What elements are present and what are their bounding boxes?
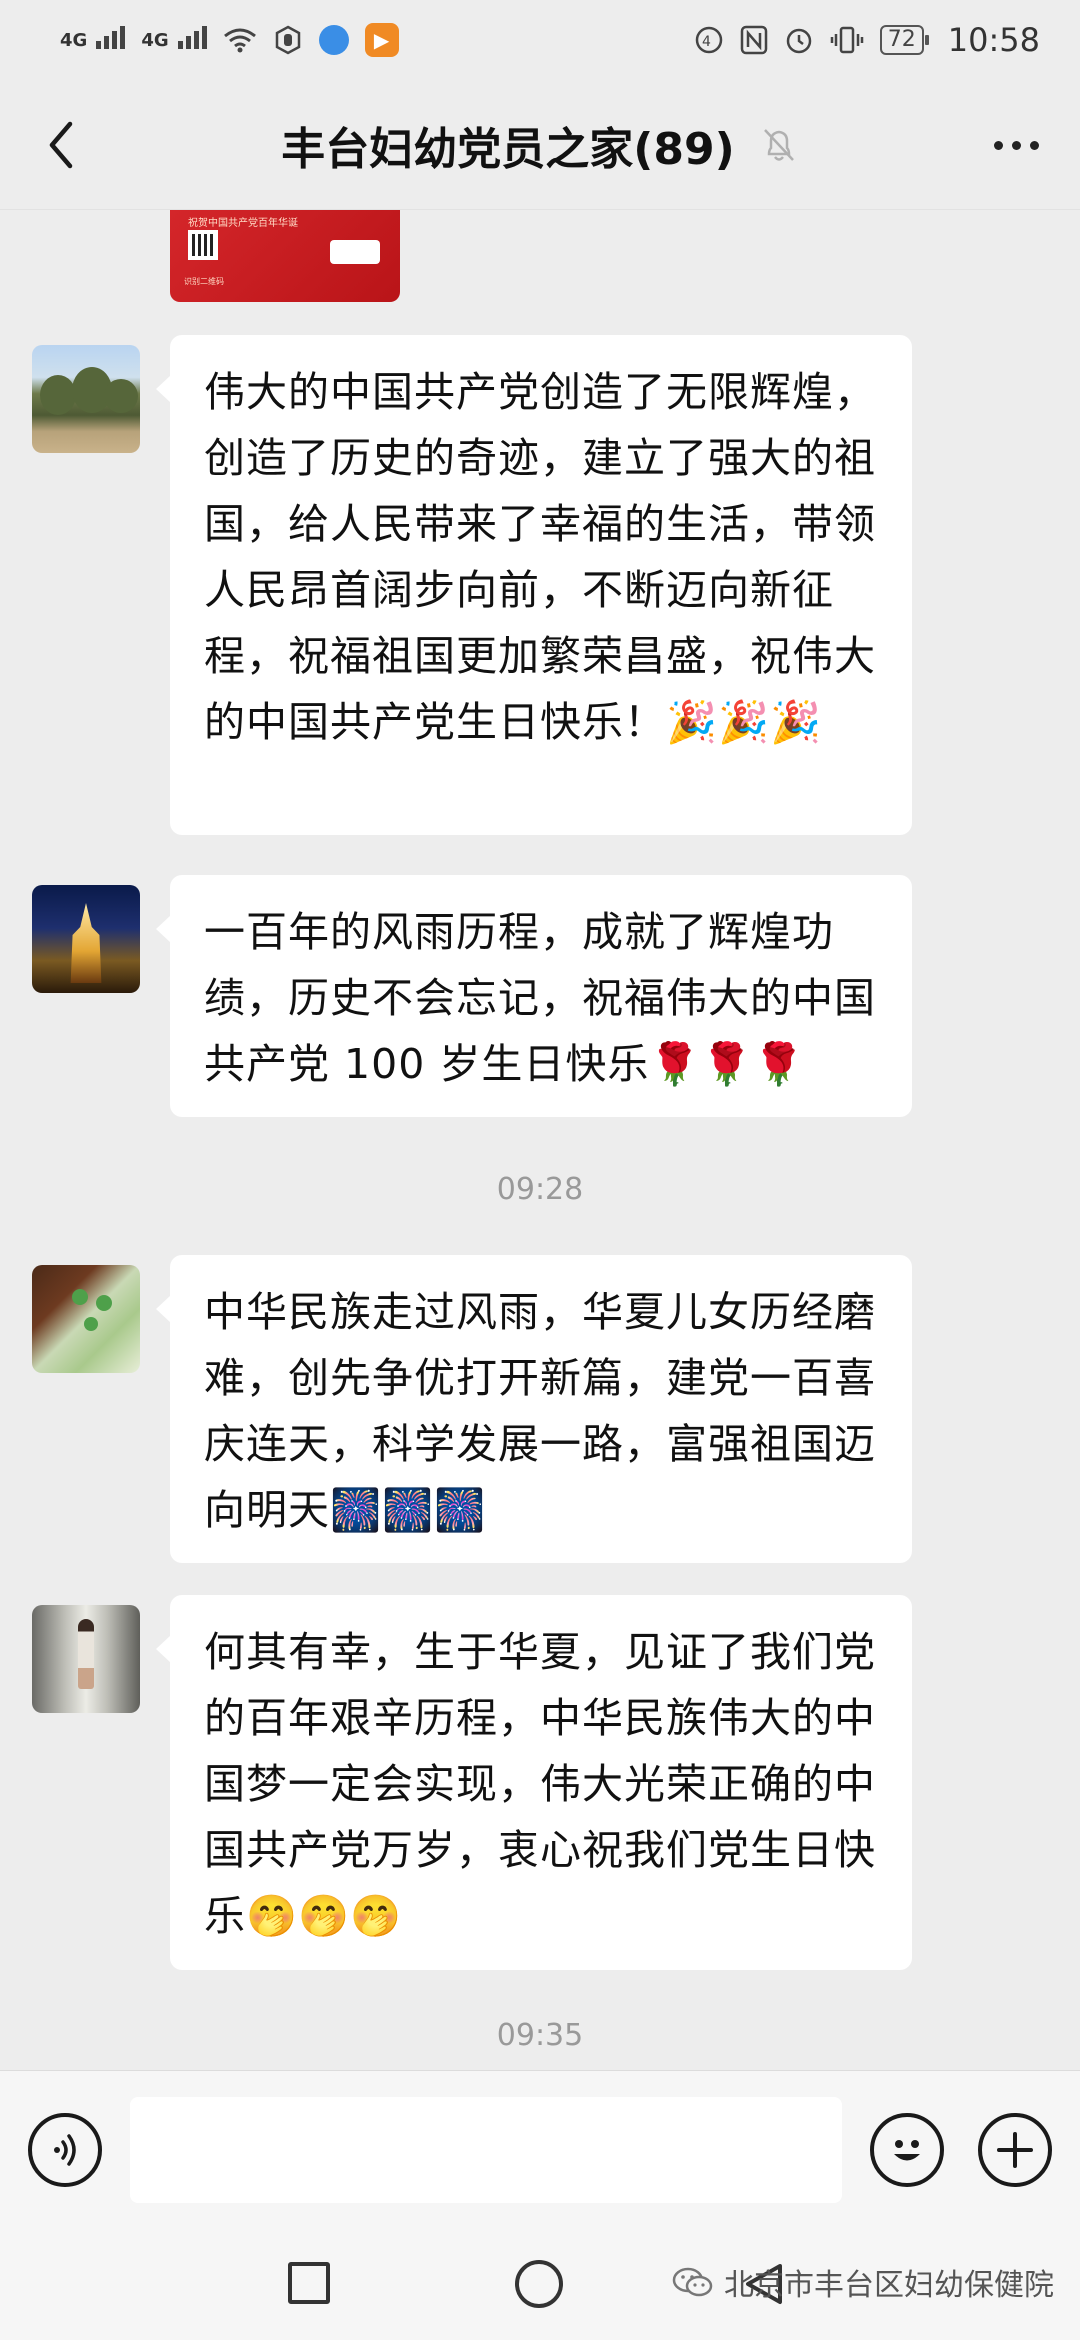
status-right: 4 72 10:58 xyxy=(694,21,1040,59)
message-bubble[interactable]: 一百年的风雨历程，成就了辉煌功绩，历史不会忘记，祝福伟大的中国共产党 100 岁… xyxy=(156,875,912,1117)
card-title: 祝贺中国共产党百年华诞 xyxy=(188,218,298,229)
hand-icon xyxy=(273,25,303,55)
chat-area[interactable]: 祝贺中国共产党百年华诞 识别二维码 伟大的中国共产党创造了无限辉煌，创造了历史的… xyxy=(0,210,1080,2070)
smile-icon[interactable] xyxy=(870,2113,944,2187)
chat-header: 丰台妇幼党员之家(89) xyxy=(0,80,1080,210)
browser-app-icon xyxy=(318,25,349,55)
alarm-icon xyxy=(784,25,814,55)
avatar[interactable] xyxy=(32,1265,140,1373)
avatar[interactable] xyxy=(32,345,140,453)
watermark: 北京市丰台区妇幼保健院 xyxy=(672,2260,1054,2304)
message-bubble[interactable]: 何其有幸，生于华夏，见证了我们党的百年艰辛历程，中华民族伟大的中国梦一定会实现，… xyxy=(156,1595,912,1970)
battery-icon: 72 xyxy=(879,25,929,55)
vibrate-icon xyxy=(830,25,864,55)
more-dots-icon[interactable] xyxy=(986,120,1046,170)
hd-icon: 4 xyxy=(694,25,724,55)
home-icon[interactable] xyxy=(515,2260,563,2308)
chevron-left-icon[interactable] xyxy=(36,120,86,170)
shared-card[interactable]: 祝贺中国共产党百年华诞 识别二维码 xyxy=(170,210,400,302)
qr-code-icon xyxy=(188,230,218,260)
wechat-logo-icon xyxy=(672,2267,713,2297)
watermark-text: 北京市丰台区妇幼保健院 xyxy=(724,2268,1054,2303)
status-time: 10:58 xyxy=(947,21,1040,59)
video-app-icon: ▶ xyxy=(364,23,399,57)
input-bar xyxy=(0,2070,1080,2230)
signal-icon-2: 4G xyxy=(141,25,207,51)
plus-icon[interactable] xyxy=(978,2113,1052,2187)
timestamp: 09:35 xyxy=(496,2018,584,2053)
card-subtitle: 识别二维码 xyxy=(184,277,224,286)
wifi-icon xyxy=(223,27,257,53)
title-wrap: 丰台妇幼党员之家(89) xyxy=(281,113,798,177)
avatar[interactable] xyxy=(32,1605,140,1713)
timestamp: 09:28 xyxy=(496,1172,584,1207)
message-bubble[interactable]: 中华民族走过风雨，华夏儿女历经磨难，创先争优打开新篇，建党一百喜庆连天，科学发展… xyxy=(156,1255,912,1563)
avatar[interactable] xyxy=(32,885,140,993)
bell-off-icon xyxy=(759,125,799,165)
recents-icon[interactable] xyxy=(288,2262,330,2304)
status-bar: 4G 4G ▶ 4 72 10:58 xyxy=(0,0,1080,80)
message-input[interactable] xyxy=(130,2097,842,2203)
signal-icon: 4G xyxy=(60,25,126,51)
svg-text:4: 4 xyxy=(702,34,711,50)
message-bubble[interactable]: 伟大的中国共产党创造了无限辉煌，创造了历史的奇迹，建立了强大的祖国，给人民带来了… xyxy=(156,335,912,835)
nfc-icon xyxy=(740,25,768,55)
card-logo xyxy=(330,240,380,264)
status-left: 4G 4G ▶ xyxy=(60,23,399,57)
voice-icon[interactable] xyxy=(28,2113,102,2187)
chat-title: 丰台妇幼党员之家(89) xyxy=(281,123,735,175)
system-nav-bar: 北京市丰台区妇幼保健院 xyxy=(0,2230,1080,2340)
